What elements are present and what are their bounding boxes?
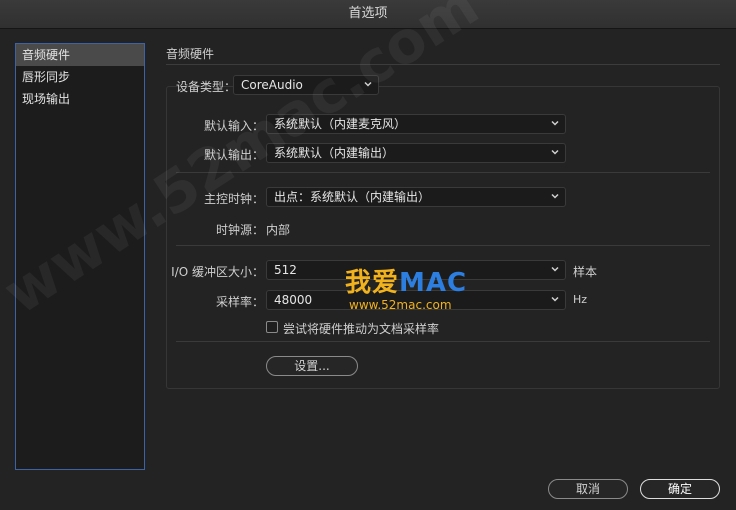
sample-rate-dropdown[interactable]: 48000 — [266, 290, 566, 310]
device-type-value: CoreAudio — [241, 78, 303, 92]
buffer-size-dropdown[interactable]: 512 — [266, 260, 566, 280]
divider — [176, 245, 710, 246]
clock-source-value: 内部 — [266, 223, 291, 237]
ok-button[interactable]: 确定 — [640, 479, 720, 499]
settings-button[interactable]: 设置... — [266, 356, 358, 376]
master-clock-value: 出点：系统默认（内建输出） — [274, 190, 431, 204]
sidebar-item-live-output[interactable]: 现场输出 — [16, 88, 144, 110]
sample-rate-value: 48000 — [274, 293, 313, 307]
master-clock-dropdown[interactable]: 出点：系统默认（内建输出） — [266, 187, 566, 207]
sample-rate-label: 采样率： — [215, 295, 264, 309]
section-divider — [166, 64, 720, 65]
section-title: 音频硬件 — [166, 47, 215, 61]
default-output-dropdown[interactable]: 系统默认（内建输出） — [266, 143, 566, 163]
default-input-value: 系统默认（内建麦克风） — [274, 117, 407, 131]
buffer-size-value: 512 — [274, 263, 297, 277]
window-title: 首选项 — [0, 0, 736, 29]
divider — [176, 341, 710, 342]
hardware-pull-label: 尝试将硬件推动为文档采样率 — [283, 322, 440, 336]
clock-source-label: 时钟源： — [215, 223, 264, 237]
buffer-size-unit: 样本 — [573, 265, 598, 279]
sidebar-item-audio-hardware[interactable]: 音频硬件 — [16, 44, 144, 66]
default-output-value: 系统默认（内建输出） — [274, 146, 395, 160]
chevron-down-icon — [551, 296, 559, 302]
master-clock-label: 主控时钟： — [203, 192, 264, 206]
device-type-dropdown[interactable]: CoreAudio — [233, 75, 379, 95]
device-type-label: 设备类型： — [176, 80, 237, 94]
chevron-down-icon — [551, 149, 559, 155]
chevron-down-icon — [551, 266, 559, 272]
buffer-size-label: I/O 缓冲区大小： — [171, 265, 264, 279]
chevron-down-icon — [551, 120, 559, 126]
sample-rate-unit: Hz — [573, 293, 588, 306]
chevron-down-icon — [364, 81, 372, 87]
sidebar-item-lip-sync[interactable]: 唇形同步 — [16, 66, 144, 88]
default-input-label: 默认输入： — [203, 119, 264, 133]
default-input-dropdown[interactable]: 系统默认（内建麦克风） — [266, 114, 566, 134]
hardware-pull-checkbox[interactable] — [266, 321, 278, 333]
sidebar: 音频硬件 唇形同步 现场输出 — [15, 43, 145, 470]
divider — [176, 172, 710, 173]
cancel-button[interactable]: 取消 — [548, 479, 628, 499]
default-output-label: 默认输出： — [203, 148, 264, 162]
chevron-down-icon — [551, 193, 559, 199]
